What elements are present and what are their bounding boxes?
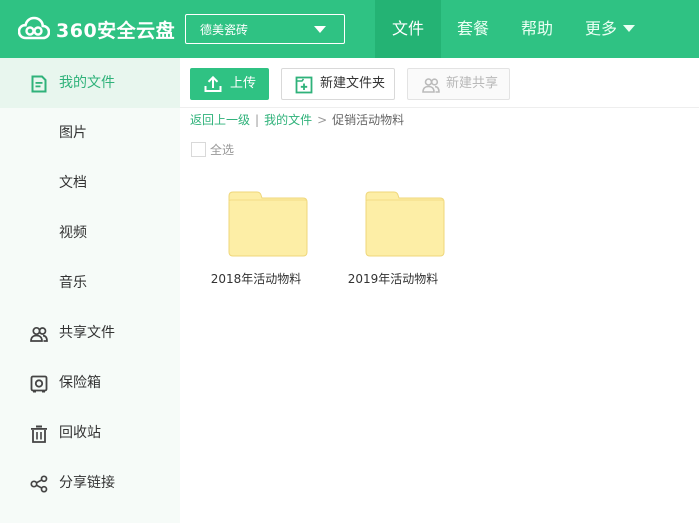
breadcrumb-current: 促销活动物料 [332,113,405,127]
breadcrumb-separator: | [255,113,260,127]
breadcrumb: 返回上一级 | 我的文件 > 促销活动物料 [190,112,404,128]
nav-help[interactable]: 帮助 [505,0,569,58]
users-icon [30,326,48,342]
nav-plans[interactable]: 套餐 [441,0,505,58]
folder-name: 2018年活动物料 [210,272,302,286]
account-dropdown[interactable]: 德美瓷砖 [185,14,345,44]
folder-icon [228,191,308,257]
chevron-down-icon [623,25,636,32]
breadcrumb-root-link[interactable]: 我的文件 [264,113,312,127]
toolbar-divider [180,107,699,108]
sidebar-item-label: 图片 [59,125,87,141]
new-folder-button[interactable]: 新建文件夹 [281,68,395,100]
sidebar-item-label: 我的文件 [59,75,115,91]
logo[interactable]: 360安全云盘 [18,14,175,44]
sidebar-item-label: 音乐 [59,275,87,291]
sidebar-item-music[interactable]: 音乐 [0,258,180,308]
sidebar-item-label: 保险箱 [59,375,101,391]
sidebar-item-shared-files[interactable]: 共享文件 [0,308,180,358]
sidebar-item-label: 共享文件 [59,325,115,341]
file-icon [31,75,47,93]
breadcrumb-arrow: > [317,113,328,127]
top-header: 360安全云盘 德美瓷砖 文件 套餐 帮助 更多 [0,0,699,58]
select-all-checkbox[interactable] [191,141,206,157]
nav-more[interactable]: 更多 [569,0,647,58]
sidebar-item-images[interactable]: 图片 [0,108,180,158]
sidebar-item-label: 回收站 [59,425,101,441]
new-share-label: 新建共享 [446,76,499,91]
sidebar-item-label: 分享链接 [59,475,115,491]
upload-label: 上传 [230,76,257,91]
top-nav: 文件 套餐 帮助 更多 [375,0,647,58]
sidebar-item-safe[interactable]: 保险箱 [0,358,180,408]
cloud-logo-icon [18,16,50,40]
sidebar-item-recycle-bin[interactable]: 回收站 [0,408,180,458]
select-all[interactable]: 全选 [191,141,234,157]
upload-icon [204,75,222,92]
folder-item[interactable]: 2018年活动物料 [201,185,311,295]
breadcrumb-back-link[interactable]: 返回上一级 [190,113,250,127]
new-share-button[interactable]: 新建共享 [407,68,510,100]
sidebar-item-share-links[interactable]: 分享链接 [0,458,180,508]
upload-button[interactable]: 上传 [190,68,269,100]
users-icon [422,78,440,93]
sidebar-item-documents[interactable]: 文档 [0,158,180,208]
add-folder-icon [295,76,313,94]
logo-text: 360安全云盘 [56,19,176,42]
new-folder-label: 新建文件夹 [320,76,386,91]
select-all-label: 全选 [210,142,235,157]
sidebar-item-label: 视频 [59,225,87,241]
folder-name: 2019年活动物料 [347,272,439,286]
trash-icon [31,425,47,443]
folder-item[interactable]: 2019年活动物料 [338,185,448,295]
sidebar-item-videos[interactable]: 视频 [0,208,180,258]
nav-more-label: 更多 [585,19,618,38]
sidebar: 我的文件 图片 文档 视频 音乐 共享文件 保险箱 回收站 分享链接 [0,58,180,523]
sidebar-item-label: 文档 [59,175,87,191]
chevron-down-icon [314,26,326,33]
folder-icon [365,191,445,257]
sidebar-item-my-files[interactable]: 我的文件 [0,58,180,108]
safe-icon [30,375,48,393]
account-name: 德美瓷砖 [200,22,249,37]
share-icon [30,475,48,493]
nav-files[interactable]: 文件 [375,0,441,58]
